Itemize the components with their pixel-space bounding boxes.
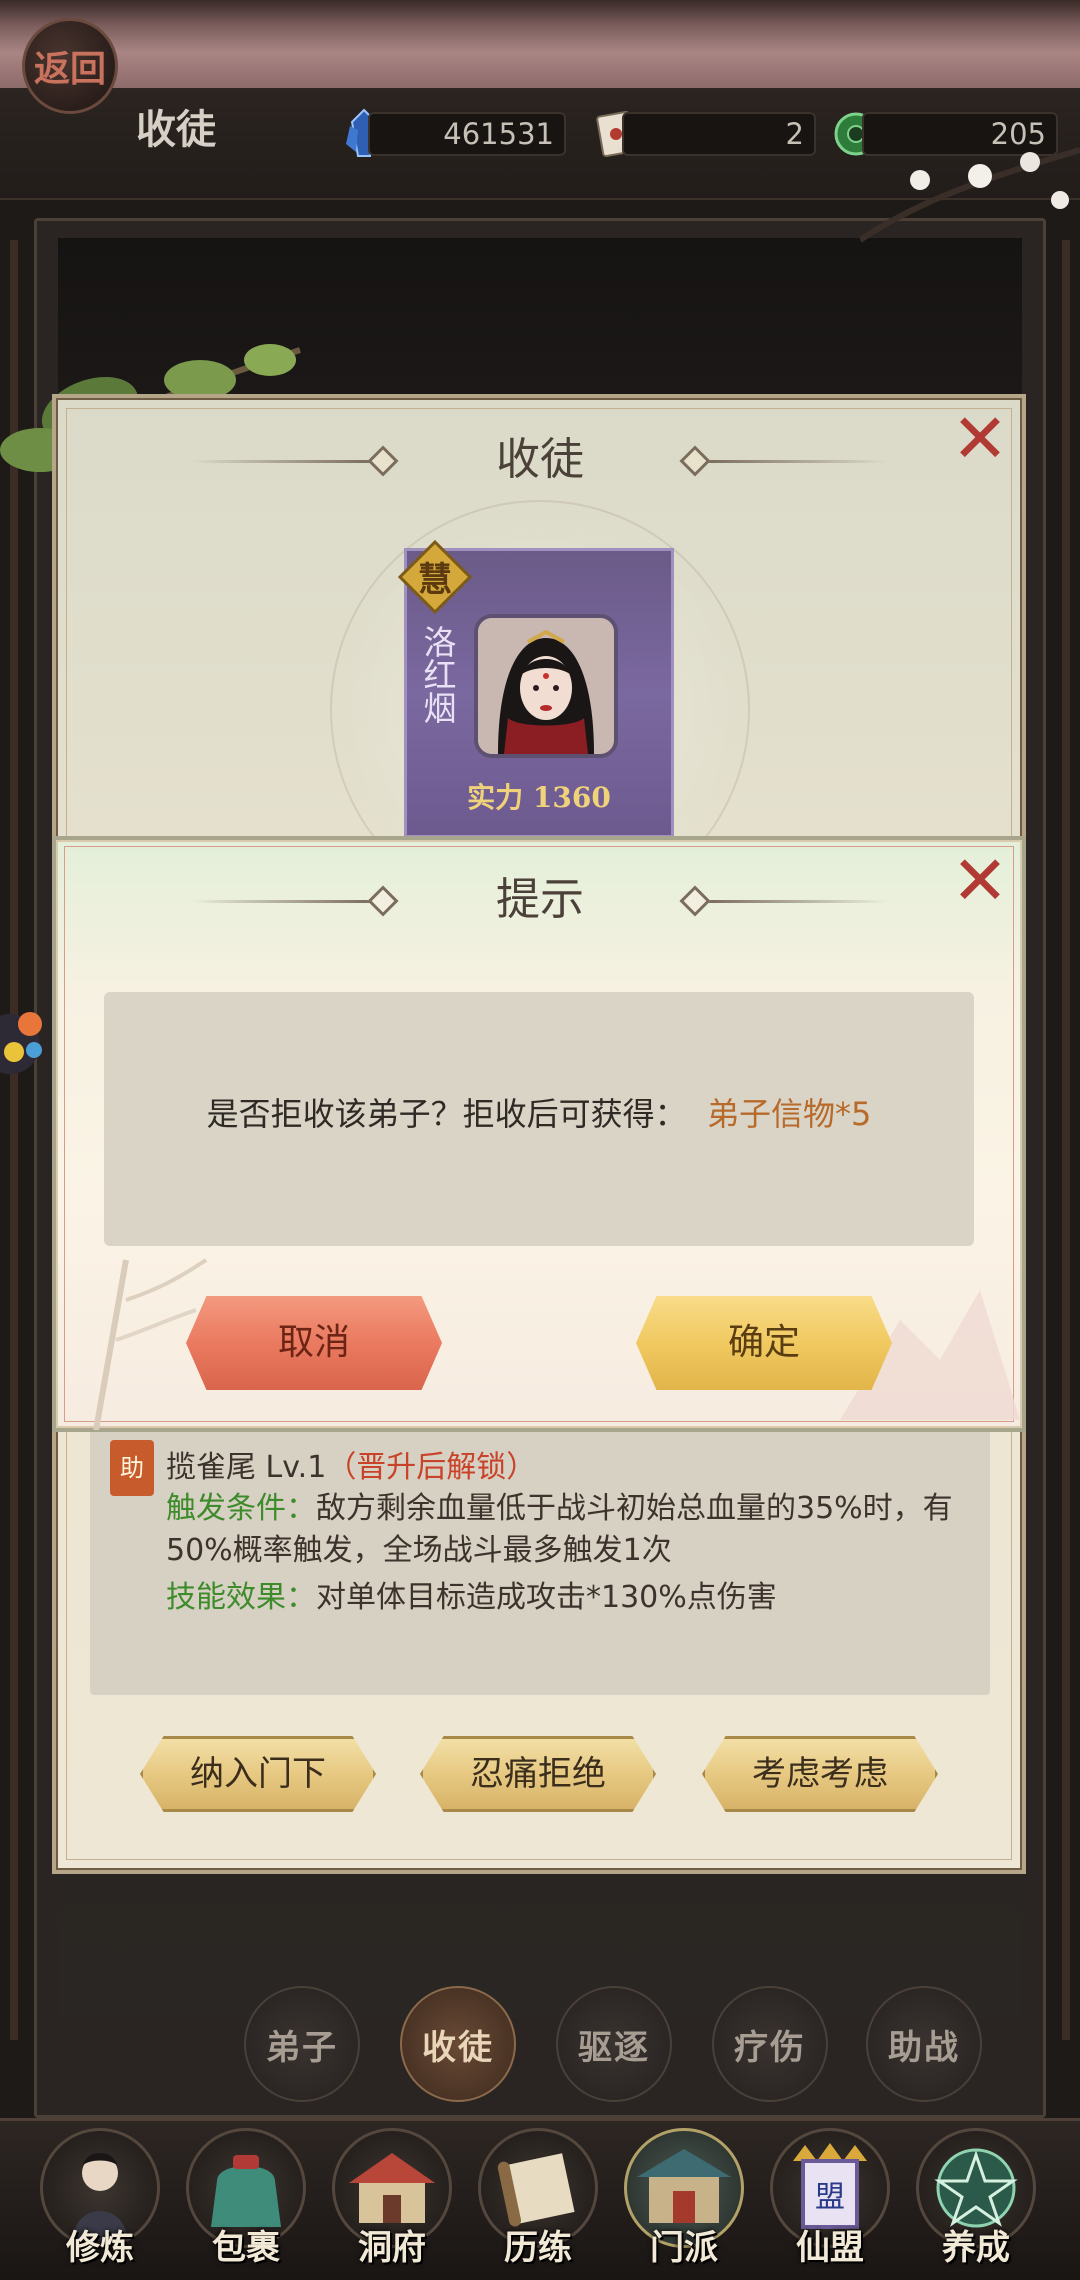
reject-disciple-button[interactable]: 忍痛拒绝 bbox=[420, 1736, 656, 1812]
nav-bag[interactable]: 包裹 bbox=[176, 2124, 316, 2274]
nav-growth[interactable]: 养成 bbox=[906, 2124, 1046, 2274]
subtab-recruit-label: 收徒 bbox=[422, 2027, 494, 2068]
back-button[interactable]: 返回 bbox=[22, 18, 118, 114]
top-decor-strip bbox=[0, 0, 1080, 88]
subtab-assist[interactable]: 助战 bbox=[866, 1986, 982, 2102]
skill-name: 揽雀尾 Lv.1 bbox=[166, 1450, 327, 1485]
subtab-disciples[interactable]: 弟子 bbox=[244, 1986, 360, 2102]
nav-training-label: 历练 bbox=[504, 2228, 572, 2268]
subtab-disciples-label: 弟子 bbox=[266, 2027, 338, 2068]
nav-growth-label: 养成 bbox=[942, 2228, 1010, 2268]
nav-bag-label: 包裹 bbox=[212, 2228, 280, 2268]
subtab-assist-label: 助战 bbox=[888, 2027, 960, 2068]
quality-badge-label: 慧 bbox=[418, 560, 452, 600]
confirm-dialog-title: 提示 bbox=[496, 874, 584, 925]
subtab-recruit[interactable]: 收徒 bbox=[400, 1986, 516, 2102]
consider-button[interactable]: 考虑考虑 bbox=[702, 1736, 938, 1812]
back-button-label: 返回 bbox=[33, 48, 106, 90]
accept-disciple-button[interactable]: 纳入门下 bbox=[140, 1736, 376, 1812]
plum-blossom-decor bbox=[860, 147, 1080, 243]
right-frame bbox=[1062, 240, 1070, 2040]
skill-type-badge: 助 bbox=[110, 1440, 154, 1496]
confirm-message-text: 是否拒收该弟子？拒收后可获得： bbox=[206, 1095, 687, 1133]
cancel-button[interactable]: 取消 bbox=[186, 1296, 442, 1390]
resource-crystal-count: 461531 bbox=[368, 112, 566, 156]
nav-training[interactable]: 历练 bbox=[468, 2124, 608, 2274]
side-float-icon[interactable] bbox=[0, 1004, 54, 1084]
skill-effect-text: 对单体目标造成攻击*130%点伤害 bbox=[316, 1580, 777, 1615]
subtab-heal-label: 疗伤 bbox=[734, 2027, 806, 2068]
subtab-expel-label: 驱逐 bbox=[578, 2027, 650, 2068]
skill-lock-note: （晋升后解锁） bbox=[326, 1450, 537, 1485]
disciple-power: 实力 1360 bbox=[467, 781, 611, 814]
nav-cultivate[interactable]: 修炼 bbox=[30, 2124, 170, 2274]
disciple-name: 洛红烟 bbox=[418, 625, 457, 724]
confirm-message: 是否拒收该弟子？拒收后可获得： 弟子信物*5 bbox=[104, 1092, 974, 1136]
nav-mansion[interactable]: 洞府 bbox=[322, 2124, 462, 2274]
subtab-expel[interactable]: 驱逐 bbox=[556, 1986, 672, 2102]
nav-alliance-label: 仙盟 bbox=[796, 2228, 864, 2268]
subtab-heal[interactable]: 疗伤 bbox=[712, 1986, 828, 2102]
resource-letter-count: 2 bbox=[622, 112, 816, 156]
skill-condition: 触发条件：敌方剩余血量低于战斗初始总血量的35%时，有50%概率触发，全场战斗最… bbox=[166, 1488, 956, 1572]
confirm-button[interactable]: 确定 bbox=[636, 1296, 892, 1390]
recruit-dialog-close-icon[interactable]: ✕ bbox=[950, 406, 1010, 474]
skill-effect-label: 技能效果： bbox=[166, 1580, 316, 1615]
page-title: 收徒 bbox=[136, 106, 216, 153]
nav-alliance[interactable]: 盟 仙盟 bbox=[760, 2124, 900, 2274]
confirm-dialog-close-icon[interactable]: ✕ bbox=[950, 848, 1010, 916]
nav-sect[interactable]: 门派 bbox=[614, 2124, 754, 2274]
skill-effect: 技能效果：对单体目标造成攻击*130%点伤害 bbox=[166, 1572, 956, 1616]
left-frame bbox=[10, 240, 18, 2040]
recruit-dialog-title: 收徒 bbox=[496, 434, 584, 485]
nav-mansion-label: 洞府 bbox=[358, 2228, 426, 2268]
confirm-reward-text: 弟子信物*5 bbox=[706, 1095, 872, 1133]
nav-cultivate-label: 修炼 bbox=[66, 2228, 134, 2268]
nav-sect-label: 门派 bbox=[650, 2228, 718, 2268]
disciple-portrait bbox=[474, 614, 618, 758]
skill-condition-label: 触发条件： bbox=[166, 1491, 316, 1526]
skill-name-line: 揽雀尾 Lv.1（晋升后解锁） bbox=[166, 1442, 536, 1486]
disciple-avatar-icon bbox=[478, 618, 614, 754]
svg-text:盟: 盟 bbox=[815, 2180, 845, 2215]
